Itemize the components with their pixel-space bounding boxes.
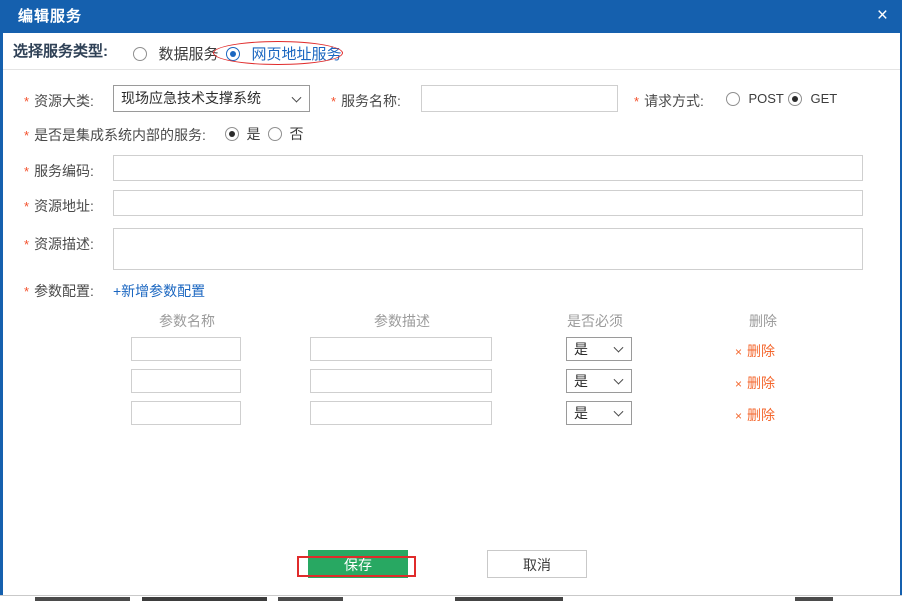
background-sliver [278,597,343,601]
resource-category-value: 现场应急技术支撑系统 [121,86,261,111]
cancel-button[interactable]: 取消 [487,550,587,578]
dialog-title: 编辑服务 [18,0,82,33]
radio-yes-label: 是 [246,126,260,142]
param-desc-header: 参数描述 [374,311,430,331]
resource-description-label: *资源描述: [24,234,94,254]
radio-unchecked-icon [726,92,740,106]
chevron-down-icon [614,375,624,385]
resource-category-select[interactable]: 现场应急技术支撑系统 [113,85,310,112]
add-param-link[interactable]: +新增参数配置 [113,281,205,301]
service-code-label: *服务编码: [24,161,94,181]
param-required-select[interactable]: 是 [566,369,632,393]
param-desc-input[interactable] [310,369,492,393]
resource-description-textarea[interactable] [113,228,863,270]
param-desc-input[interactable] [310,401,492,425]
radio-unchecked-icon [133,47,147,61]
param-required-value: 是 [574,338,588,360]
background-sliver [35,597,130,601]
radio-checked-icon [225,127,239,141]
resource-address-input[interactable] [113,190,863,216]
background-sliver [795,597,833,601]
radio-post-label: POST [748,91,783,106]
internal-service-label: *是否是集成系统内部的服务: [24,125,206,145]
chevron-down-icon [614,407,624,417]
background-sliver [142,597,267,601]
radio-data-service-label: 数据服务 [158,46,218,63]
param-name-input[interactable] [131,337,241,361]
delete-x-icon: × [735,409,742,423]
radio-yes[interactable]: 是 [225,124,260,144]
param-required-header: 是否必须 [567,311,623,331]
service-type-label: 选择服务类型: [13,33,108,70]
param-required-value: 是 [574,370,588,392]
param-config-label: *参数配置: [24,281,94,301]
service-type-row: 选择服务类型: 数据服务 网页地址服务 [3,33,900,70]
window-left-border [0,33,3,595]
radio-post[interactable]: POST [726,90,784,108]
delete-param-link[interactable]: ×删除 [735,341,775,361]
window-bottom-border [0,595,902,596]
dialog-titlebar: 编辑服务 × [0,0,902,33]
param-required-select[interactable]: 是 [566,401,632,425]
chevron-down-icon [614,343,624,353]
save-button[interactable]: 保存 [308,550,408,578]
delete-param-link[interactable]: ×删除 [735,405,775,425]
resource-category-label: *资源大类: [24,91,94,111]
param-required-select[interactable]: 是 [566,337,632,361]
resource-address-label: *资源地址: [24,196,94,216]
edit-service-dialog: 编辑服务 × 选择服务类型: 数据服务 网页地址服务 *资源大类: 现场应急技术… [0,0,902,602]
param-delete-header: 删除 [749,311,777,331]
param-name-input[interactable] [131,369,241,393]
service-name-input[interactable] [421,85,618,112]
radio-web-service[interactable]: 网页地址服务 [226,43,341,64]
request-method-label: *请求方式: [634,91,704,111]
param-name-input[interactable] [131,401,241,425]
delete-x-icon: × [735,377,742,391]
radio-get-label: GET [810,91,837,106]
delete-param-link[interactable]: ×删除 [735,373,775,393]
close-icon[interactable]: × [877,0,888,31]
radio-no[interactable]: 否 [268,124,303,144]
background-sliver [455,597,563,601]
param-name-header: 参数名称 [159,311,215,331]
radio-checked-icon [788,92,802,106]
radio-data-service[interactable]: 数据服务 [133,43,218,64]
param-required-value: 是 [574,402,588,424]
radio-get[interactable]: GET [788,90,837,108]
service-code-input[interactable] [113,155,863,181]
radio-checked-icon [226,47,240,61]
service-name-label: *服务名称: [331,91,401,111]
radio-web-service-label: 网页地址服务 [251,46,341,63]
delete-x-icon: × [735,345,742,359]
chevron-down-icon [292,92,302,102]
param-desc-input[interactable] [310,337,492,361]
radio-no-label: 否 [289,126,303,142]
radio-unchecked-icon [268,127,282,141]
